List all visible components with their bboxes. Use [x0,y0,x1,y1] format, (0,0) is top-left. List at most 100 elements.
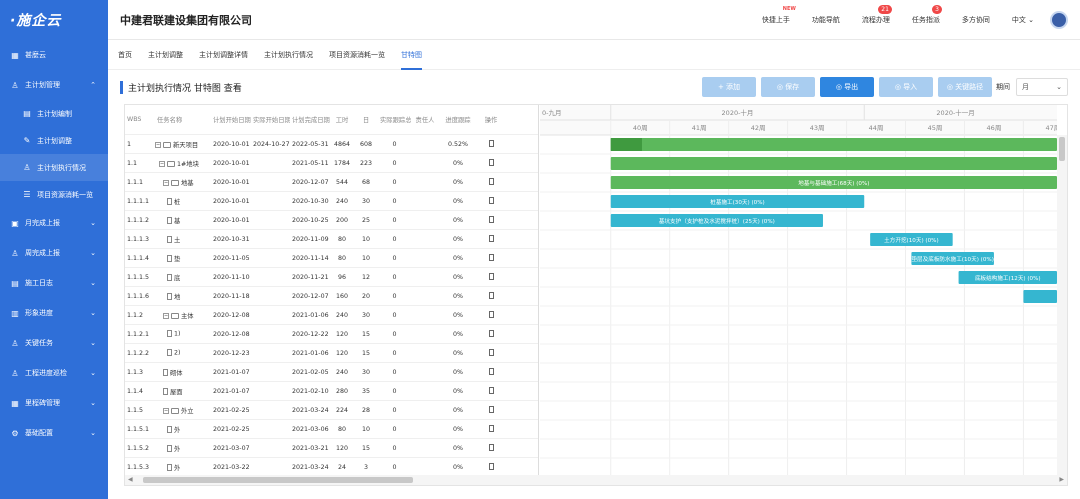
table-row[interactable]: 1.1.1 − 地基 2020-10-01 2020-12-07 544 68 0 0% [125,173,538,192]
avatar[interactable] [1050,10,1068,29]
table-row[interactable]: 1.1.5 − 外立 2021-02-25 2021-03-24 224 28 0 0% [125,401,538,420]
table-row[interactable]: 1.1 − 1#地块 2020-10-01 2021-05-11 1784 223 0 0% [125,154,538,173]
view-icon[interactable] [488,158,494,166]
view-icon[interactable] [488,386,494,394]
table-row[interactable]: 1.1.4 屋面 2021-01-07 2021-02-10 280 35 0 0% [125,382,538,401]
table-row[interactable]: 1.1.2.2 2) 2020-12-23 2021-01-06 120 15 0 0% [125,344,538,363]
plan-start-cell: 2020-10-01 [213,159,250,167]
sidebar-item[interactable]: ♙ 关键任务 ⌄ [0,328,108,358]
table-row[interactable]: 1.1.3 砌体 2021-01-07 2021-02-05 240 30 0 0% [125,363,538,382]
column-header[interactable]: 计划开始日期 [211,115,251,124]
month-label: 0-九月 [542,108,561,117]
sidebar-item[interactable]: ♙ 主计划管理 ⌃ [0,70,108,100]
sidebar-item[interactable]: ♙ 工程进度巡检 ⌄ [0,358,108,388]
view-icon[interactable] [488,253,494,261]
tab[interactable]: 主计划执行情况 [264,40,313,70]
view-icon[interactable] [488,405,494,413]
gantt-bar[interactable] [610,138,1057,151]
view-icon[interactable] [488,348,494,356]
tab[interactable]: 甘特图 [401,40,422,70]
column-header[interactable]: 日 [354,115,378,124]
sidebar-item[interactable]: ⚙ 基础配置 ⌄ [0,418,108,448]
table-row[interactable]: 1.1.5.2 外 2021-03-07 2021-03-21 120 15 0 0% [125,439,538,458]
table-row[interactable]: 1.1.1.4 垫 2020-11-05 2020-11-14 80 10 0 0% [125,249,538,268]
sidebar-item[interactable]: ▦ 里程碑管理 ⌄ [0,388,108,418]
view-icon[interactable] [488,310,494,318]
table-row[interactable]: 1 − 新天项目 2020-10-01 2024-10-27 2022-05-31 4864… [125,135,538,154]
view-icon[interactable] [488,291,494,299]
table-row[interactable]: 1.1.1.3 土 2020-10-31 2020-11-09 80 10 0 0% [125,230,538,249]
export-button[interactable]: ◎ 导出 [820,77,874,97]
column-header[interactable]: 责任人 [411,115,439,124]
top-link[interactable]: 快捷上手 NEW [762,6,796,25]
column-header[interactable]: 计划完成日期 [290,115,330,124]
view-icon[interactable] [488,424,494,432]
gantt-bar-label: 基坑支护（支护桩及水泥搅拌桩）(25天) (0%) [659,217,775,225]
view-icon[interactable] [488,329,494,337]
top-link[interactable]: 功能导航 [812,15,840,25]
period-select[interactable]: 月 ⌄ [1016,78,1068,96]
sidebar-item[interactable]: ✎ 主计划调整 [0,127,108,154]
scroll-right-icon[interactable]: ▶ [1059,476,1064,483]
view-icon[interactable] [488,462,494,470]
sidebar-item[interactable]: ▤ 施工日志 ⌄ [0,268,108,298]
column-header[interactable]: 任务名称 [155,115,211,124]
task-name: 砌体 [170,369,183,377]
view-icon[interactable] [488,177,494,185]
column-header[interactable]: 进度跟踪 [439,115,477,124]
import-button[interactable]: ◎ 导入 [879,77,933,97]
view-icon[interactable] [488,443,494,451]
add-button[interactable]: + 添加 [702,77,756,97]
view-icon[interactable] [488,367,494,375]
save-button[interactable]: ◎ 保存 [761,77,815,97]
gantt-bar[interactable] [610,157,1057,170]
table-row[interactable]: 1.1.1.5 底 2020-11-10 2020-11-21 96 12 0 0% [125,268,538,287]
collapse-icon[interactable]: − [163,312,169,319]
table-row[interactable]: 1.1.1.2 基 2020-10-01 2020-10-25 200 25 0 0% [125,211,538,230]
sidebar-item[interactable]: ▣ 月完成上报 ⌄ [0,208,108,238]
name-cell: − 主体 [155,311,211,320]
top-link[interactable]: 多方协同 [962,15,990,25]
tab[interactable]: 主计划调整详情 [199,40,248,70]
horizontal-scrollbar[interactable]: ◀ ▶ [125,475,1067,485]
scroll-left-icon[interactable]: ◀ [128,476,133,483]
view-icon[interactable] [488,196,494,204]
tab[interactable]: 首页 [118,40,132,70]
table-row[interactable]: 1.1.1.1 桩 2020-10-01 2020-10-30 240 30 0 0% [125,192,538,211]
language-select[interactable]: 中文 ⌄ [1012,15,1034,25]
scroll-thumb-h[interactable] [143,477,413,483]
gantt-bar[interactable] [1023,290,1057,303]
critical-path-button[interactable]: ◎ 关键路径 [938,77,992,97]
top-link[interactable]: 任务指派 3 [912,4,942,25]
collapse-icon[interactable]: − [159,160,165,167]
tab[interactable]: 项目资源消耗一览 [329,40,385,70]
chevron-icon: ⌃ [90,81,96,89]
column-header[interactable]: 操作 [477,115,505,124]
view-icon[interactable] [488,139,494,147]
vertical-scrollbar[interactable] [1057,135,1067,477]
view-icon[interactable] [488,234,494,242]
sidebar-item[interactable]: ♙ 周完成上报 ⌄ [0,238,108,268]
sidebar-item[interactable]: ▤ 主计划编制 [0,100,108,127]
sidebar-item[interactable]: ▥ 形象进度 ⌄ [0,298,108,328]
sidebar-item[interactable]: ☰ 项目资源消耗一览 [0,181,108,208]
scroll-thumb[interactable] [1059,137,1065,161]
collapse-icon[interactable]: − [155,141,161,148]
column-header[interactable]: 工时 [330,115,354,124]
view-icon[interactable] [488,272,494,280]
table-row[interactable]: 1.1.1.6 地 2020-11-18 2020-12-07 160 20 0 0% [125,287,538,306]
view-icon[interactable] [488,215,494,223]
table-row[interactable]: 1.1.5.1 外 2021-02-25 2021-03-06 80 10 0 0% [125,420,538,439]
name-cell: 屋面 [155,387,211,396]
sidebar-item[interactable]: ▦ 甚麼云 [0,40,108,70]
table-row[interactable]: 1.1.2.1 1) 2020-12-08 2020-12-22 120 15 0 0% [125,325,538,344]
collapse-icon[interactable]: − [163,407,169,414]
table-row[interactable]: 1.1.2 − 主体 2020-12-08 2021-01-06 240 30 0 0% [125,306,538,325]
column-header[interactable]: WBS [125,116,155,123]
top-link[interactable]: 流程办理 21 [862,4,892,25]
collapse-icon[interactable]: − [163,179,169,186]
sidebar-item[interactable]: ♙ 主计划执行情况 [0,154,108,181]
column-header[interactable]: 实际跟踪总工 [378,115,411,124]
column-header[interactable]: 实际开始日期 [251,115,290,124]
tab[interactable]: 主计划调整 [148,40,183,70]
